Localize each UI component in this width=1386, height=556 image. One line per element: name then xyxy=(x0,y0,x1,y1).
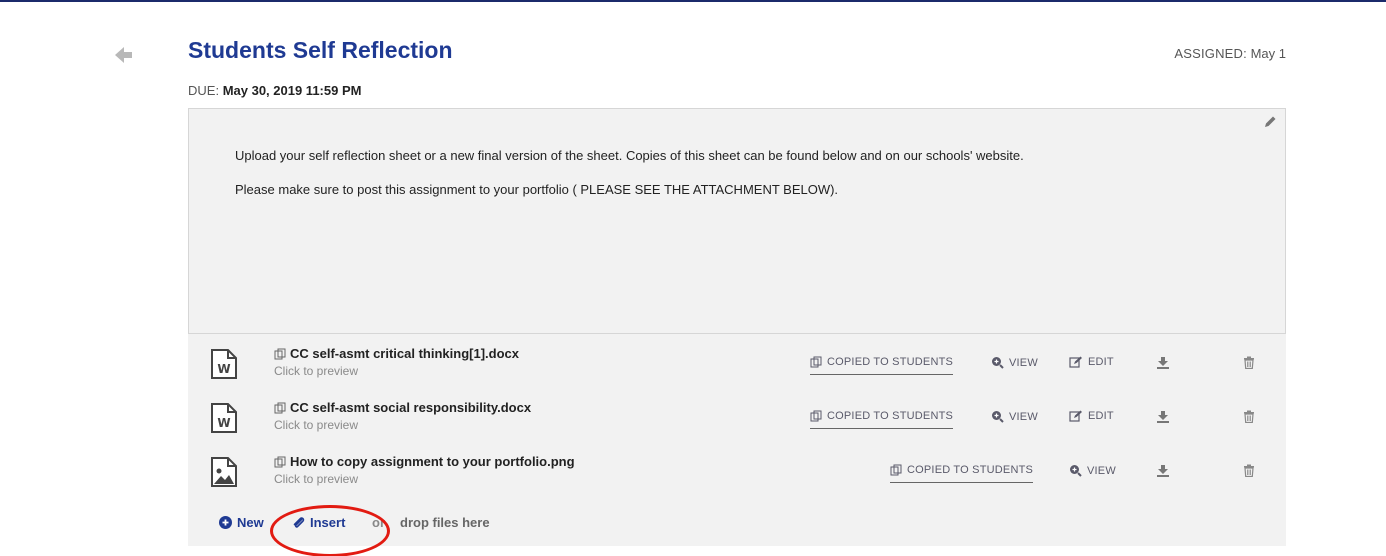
highlight-circle xyxy=(270,505,390,556)
copied-label: COPIED TO STUDENTS xyxy=(827,356,954,368)
trash-icon xyxy=(1244,464,1254,477)
edit-icon xyxy=(1069,410,1082,422)
due-label: DUE: xyxy=(188,83,220,98)
trash-icon xyxy=(1244,356,1254,369)
due-date: DUE: May 30, 2019 11:59 PM xyxy=(188,83,361,98)
drop-zone-text[interactable]: drop files here xyxy=(400,515,490,530)
new-label: New xyxy=(237,515,264,530)
view-button[interactable]: VIEW xyxy=(991,356,1038,369)
page-title: Students Self Reflection xyxy=(188,37,453,63)
edit-icon xyxy=(1069,356,1082,368)
word-icon: W xyxy=(211,349,237,379)
svg-text:W: W xyxy=(217,416,230,430)
due-value: May 30, 2019 11:59 PM xyxy=(222,83,362,98)
top-rule xyxy=(0,0,1386,2)
delete-button[interactable] xyxy=(1243,410,1255,423)
edit-button[interactable]: EDIT xyxy=(1069,356,1114,368)
back-arrow-icon[interactable] xyxy=(112,44,134,66)
edit-label: EDIT xyxy=(1088,410,1114,422)
file-name[interactable]: CC self-asmt critical thinking[1].docx xyxy=(290,346,519,361)
edit-button[interactable]: EDIT xyxy=(1069,410,1114,422)
file-row[interactable]: W CC self-asmt social responsibility.doc… xyxy=(188,392,1286,448)
pencil-icon[interactable] xyxy=(1263,115,1277,129)
delete-button[interactable] xyxy=(1243,356,1255,369)
download-icon xyxy=(1157,411,1169,423)
copy-icon xyxy=(274,402,286,414)
copied-to-students-button[interactable]: COPIED TO STUDENTS xyxy=(810,410,954,429)
assigned-label: ASSIGNED: xyxy=(1174,46,1247,61)
file-name[interactable]: How to copy assignment to your portfolio… xyxy=(290,454,575,469)
zoom-icon xyxy=(992,357,1004,369)
assigned-value: May 1 xyxy=(1250,46,1286,61)
file-preview-link[interactable]: Click to preview xyxy=(274,472,358,486)
copy-icon xyxy=(274,348,286,360)
svg-text:W: W xyxy=(217,362,230,376)
view-label: VIEW xyxy=(1087,464,1116,477)
description-box[interactable]: Upload your self reflection sheet or a n… xyxy=(188,108,1286,334)
view-label: VIEW xyxy=(1009,410,1038,423)
copied-label: COPIED TO STUDENTS xyxy=(827,410,954,422)
copy-icon xyxy=(890,464,902,476)
edit-label: EDIT xyxy=(1088,356,1114,368)
zoom-icon xyxy=(1070,465,1082,477)
plus-circle-icon xyxy=(219,516,232,529)
copied-to-students-button[interactable]: COPIED TO STUDENTS xyxy=(890,464,1034,483)
download-icon xyxy=(1157,465,1169,477)
file-row[interactable]: W CC self-asmt critical thinking[1].docx… xyxy=(188,338,1286,394)
file-preview-link[interactable]: Click to preview xyxy=(274,418,358,432)
file-row[interactable]: How to copy assignment to your portfolio… xyxy=(188,446,1286,502)
assigned-date: ASSIGNED: May 1 xyxy=(1174,46,1286,61)
view-button[interactable]: VIEW xyxy=(991,410,1038,423)
delete-button[interactable] xyxy=(1243,464,1255,477)
file-name[interactable]: CC self-asmt social responsibility.docx xyxy=(290,400,531,415)
new-attachment-button[interactable]: New xyxy=(219,515,264,530)
trash-icon xyxy=(1244,410,1254,423)
image-icon xyxy=(211,457,237,487)
copy-icon xyxy=(274,456,286,468)
copy-icon xyxy=(810,356,822,368)
copy-icon xyxy=(810,410,822,422)
copied-to-students-button[interactable]: COPIED TO STUDENTS xyxy=(810,356,954,375)
download-button[interactable] xyxy=(1156,464,1170,477)
zoom-icon xyxy=(992,411,1004,423)
description-line-2: Please make sure to post this assignment… xyxy=(235,182,839,197)
download-button[interactable] xyxy=(1156,356,1170,369)
word-icon: W xyxy=(211,403,237,433)
view-label: VIEW xyxy=(1009,356,1038,369)
copied-label: COPIED TO STUDENTS xyxy=(907,464,1034,476)
view-button[interactable]: VIEW xyxy=(1069,464,1116,477)
download-button[interactable] xyxy=(1156,410,1170,423)
file-preview-link[interactable]: Click to preview xyxy=(274,364,358,378)
description-line-1: Upload your self reflection sheet or a n… xyxy=(235,148,1024,163)
download-icon xyxy=(1157,357,1169,369)
